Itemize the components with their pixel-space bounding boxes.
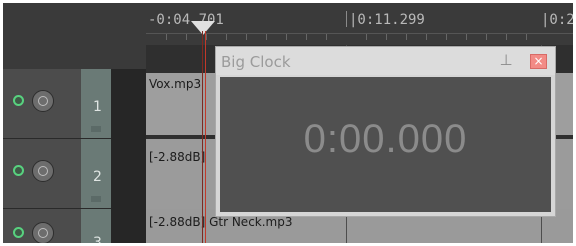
tcp-header-area xyxy=(3,3,146,69)
media-item-label: Vox.mp3 xyxy=(149,77,202,91)
track-number-panel[interactable]: 1 xyxy=(81,69,111,139)
track-1-control-panel[interactable]: 1 xyxy=(3,69,146,139)
track-controls xyxy=(3,69,81,139)
big-clock-titlebar[interactable]: Big Clock ⊥ × xyxy=(216,47,555,75)
edit-cursor-line xyxy=(202,31,203,243)
big-clock-window[interactable]: Big Clock ⊥ × 0:00.000 xyxy=(215,46,556,217)
track-controls xyxy=(3,139,81,209)
close-icon[interactable]: × xyxy=(530,54,547,69)
record-arm-icon[interactable] xyxy=(13,165,24,176)
track-number-panel[interactable]: 2 xyxy=(81,139,111,209)
ruler-label-end: |0:2 xyxy=(541,12,573,28)
clock-time: 0:00.000 xyxy=(303,117,468,161)
track-3-control-panel[interactable]: 3 xyxy=(3,209,146,243)
ruler-label-mid: |0:11.299 xyxy=(349,12,425,28)
phase-knob-icon[interactable] xyxy=(32,160,54,182)
playhead-line[interactable] xyxy=(205,31,206,243)
ruler-tick xyxy=(346,11,347,27)
media-item-label: [-2.88dB] Gtr Neck.mp3 xyxy=(149,215,293,229)
folder-icon[interactable] xyxy=(91,126,101,132)
track-controls xyxy=(3,209,81,243)
track-number: 3 xyxy=(93,235,102,243)
phase-knob-icon[interactable] xyxy=(32,222,54,243)
media-item-label: [-2.88dB] xyxy=(149,150,206,164)
phase-knob-icon[interactable] xyxy=(32,90,54,112)
folder-icon[interactable] xyxy=(91,196,101,202)
tcp-spacer xyxy=(111,139,146,209)
tcp-spacer xyxy=(111,69,146,139)
track-number: 2 xyxy=(93,169,102,185)
daw-window: -0:04.701 |0:11.299 |0:2 1 2 3 Vox.mp3 [… xyxy=(3,3,573,243)
track-number-panel[interactable]: 3 xyxy=(81,209,111,243)
record-arm-icon[interactable] xyxy=(13,95,24,106)
pin-icon[interactable]: ⊥ xyxy=(497,51,515,69)
window-title: Big Clock xyxy=(221,53,291,71)
playhead-marker-icon[interactable] xyxy=(191,21,215,35)
clock-display[interactable]: 0:00.000 xyxy=(220,77,551,212)
track-number: 1 xyxy=(93,99,102,115)
track-2-control-panel[interactable]: 2 xyxy=(3,139,146,209)
record-arm-icon[interactable] xyxy=(13,227,24,238)
tcp-spacer xyxy=(111,209,146,243)
